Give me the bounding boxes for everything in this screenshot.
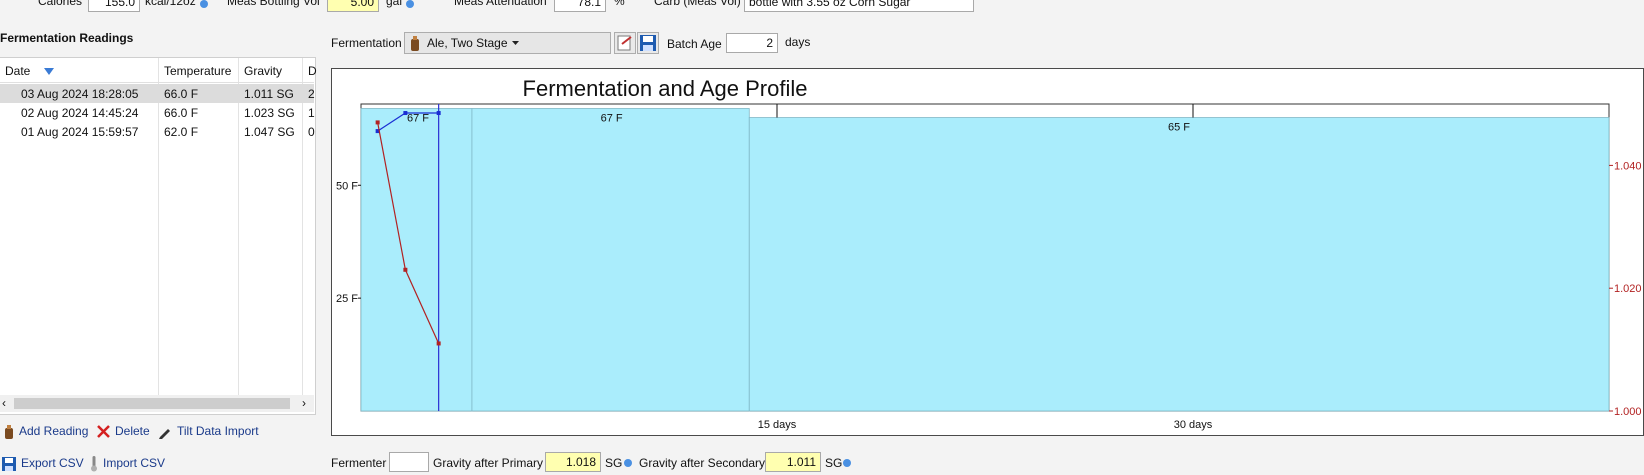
row-gravity: 1.047 SG — [244, 125, 295, 139]
calories-info-icon[interactable] — [200, 0, 208, 8]
sort-descending-icon — [43, 67, 54, 75]
fermentation-label: Fermentation — [331, 36, 402, 50]
save-icon — [640, 35, 656, 51]
chevron-down-icon — [512, 41, 519, 45]
secondary-gravity-info-icon[interactable] — [843, 459, 851, 467]
add-reading-label: Add Reading — [19, 424, 89, 438]
row-temperature: 66.0 F — [164, 106, 199, 120]
primary-gravity-info-icon[interactable] — [624, 459, 632, 467]
row-gravity: 1.023 SG — [244, 106, 295, 120]
readings-table: Date Temperature Gravity D 03 Aug 2024 1… — [0, 57, 317, 415]
attenuation-label: Meas Attenuation — [454, 0, 547, 8]
secondary-gravity-label: Gravity after Secondary — [639, 456, 766, 470]
attenuation-unit: % — [614, 0, 625, 8]
delete-x-icon — [97, 425, 110, 439]
batch-age-field[interactable]: 2 — [726, 33, 778, 53]
chart-frame — [331, 68, 1644, 436]
secondary-gravity-field[interactable]: 1.011 — [765, 452, 821, 472]
scroll-left-icon[interactable]: ‹ — [2, 396, 6, 410]
delete-label: Delete — [115, 424, 150, 438]
carb-field[interactable]: bottle with 3.55 oz Corn Sugar — [744, 0, 974, 12]
secondary-gravity-unit: SG — [825, 456, 843, 470]
tilt-import-label: Tilt Data Import — [177, 424, 259, 438]
save-icon — [2, 456, 16, 471]
carb-label: Carb (Meas Vol) — [654, 0, 741, 8]
table-row[interactable]: 01 Aug 2024 15:59:57 62.0 F 1.047 SG 0 — [0, 122, 315, 141]
scroll-right-icon[interactable]: › — [302, 396, 306, 410]
readings-title: Fermentation Readings — [0, 31, 134, 45]
add-reading-button[interactable]: Add Reading — [4, 424, 88, 439]
row-date: 01 Aug 2024 15:59:57 — [21, 125, 139, 139]
row-d: 1 — [308, 106, 315, 120]
batch-age-unit: days — [785, 35, 811, 49]
scrollbar-thumb[interactable] — [14, 398, 290, 409]
table-row[interactable]: 02 Aug 2024 14:45:24 66.0 F 1.023 SG 1 — [0, 103, 315, 122]
row-date: 02 Aug 2024 14:45:24 — [21, 106, 139, 120]
bottling-vol-field[interactable]: 5.00 — [327, 0, 379, 12]
fermenter-icon — [5, 424, 13, 439]
primary-gravity-field[interactable]: 1.018 — [545, 452, 601, 472]
edit-profile-icon — [617, 35, 632, 51]
delete-button[interactable]: Delete — [97, 424, 150, 439]
bottling-vol-label: Meas Bottling Vol — [227, 0, 320, 8]
export-csv-button[interactable]: Export CSV — [2, 456, 84, 471]
import-csv-label: Import CSV — [103, 456, 166, 471]
calories-label: Calories — [38, 0, 83, 8]
edit-profile-button[interactable] — [614, 32, 636, 54]
batch-age-label: Batch Age — [667, 37, 722, 51]
fermenter-label: Fermenter — [331, 456, 387, 470]
save-profile-button[interactable] — [637, 32, 659, 54]
fermenter-field[interactable] — [389, 452, 429, 472]
fermentation-profile-value: Ale, Two Stage — [427, 36, 508, 50]
thermometer-icon — [91, 456, 97, 472]
chart-title: Fermentation and Age Profile — [522, 76, 808, 101]
bottling-vol-info-icon[interactable] — [406, 0, 414, 8]
export-csv-label: Export CSV — [21, 456, 84, 470]
tilt-import-button[interactable]: Tilt Data Import — [158, 424, 259, 439]
primary-gravity-label: Gravity after Primary — [433, 456, 544, 470]
calories-unit: kcal/12oz — [145, 0, 196, 8]
row-d: 0 — [308, 125, 315, 139]
pencil-icon — [159, 428, 170, 439]
primary-gravity-unit: SG — [605, 456, 623, 470]
bottling-vol-unit: gal — [386, 0, 403, 8]
fermenter-icon — [411, 36, 419, 51]
row-temperature: 62.0 F — [164, 125, 199, 139]
fermentation-profile-select[interactable]: Ale, Two Stage — [404, 32, 611, 54]
calories-field[interactable]: 155.0 — [88, 0, 140, 12]
horizontal-scrollbar[interactable]: ‹ › — [0, 395, 314, 412]
attenuation-field[interactable]: 78.1 — [554, 0, 606, 12]
import-csv-button[interactable]: Import CSV — [90, 456, 165, 472]
